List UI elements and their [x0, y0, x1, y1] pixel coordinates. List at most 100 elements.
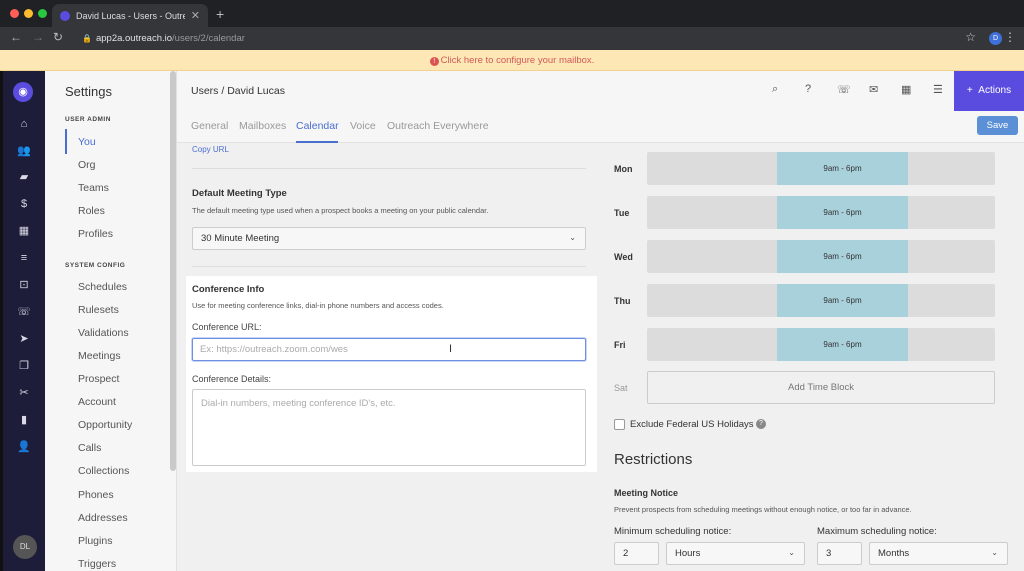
day-row-fri[interactable]: 9am - 6pm [647, 328, 995, 361]
tasks-icon[interactable]: ☰ [933, 83, 943, 96]
inbox-icon[interactable]: ⊡ [3, 277, 45, 293]
nav-item-opportunity[interactable]: Opportunity [78, 419, 132, 431]
reload-icon[interactable]: ↻ [53, 30, 63, 44]
accounts-icon[interactable]: ▰ [3, 169, 45, 185]
nav-item-account[interactable]: Account [78, 396, 116, 408]
window-close-button[interactable] [10, 9, 19, 18]
conference-url-input[interactable]: Ex: https://outreach.zoom.com/wes [192, 338, 586, 361]
lock-icon: 🔒 [82, 34, 92, 43]
day-row-tue[interactable]: 9am - 6pm [647, 196, 995, 229]
exclude-holidays-checkbox[interactable] [614, 419, 625, 430]
address-bar: ← → ↻ 🔒 app2a.outreach.io/users/2/calend… [0, 27, 1024, 50]
time-block[interactable]: 9am - 6pm [777, 152, 908, 185]
day-row-thu[interactable]: 9am - 6pm [647, 284, 995, 317]
add-time-block-button[interactable]: Add Time Block [647, 371, 995, 404]
conference-details-textarea[interactable]: Dial-in numbers, meeting conference ID's… [192, 389, 586, 466]
templates-icon[interactable]: ❐ [3, 358, 45, 374]
settings-title: Settings [65, 84, 112, 99]
close-tab-icon[interactable]: ✕ [191, 9, 200, 22]
configure-mailbox-banner[interactable]: ! Click here to configure your mailbox. [0, 50, 1024, 71]
divider [192, 266, 586, 267]
browser-menu-icon[interactable]: ⋮ [1004, 30, 1016, 44]
alert-icon: ! [429, 57, 439, 66]
user-avatar[interactable]: DL [13, 535, 37, 559]
tab-calendar[interactable]: Calendar [296, 120, 339, 132]
actions-button[interactable]: + Actions [954, 71, 1024, 111]
meeting-notice-desc: Prevent prospects from scheduling meetin… [614, 505, 912, 514]
nav-item-triggers[interactable]: Triggers [78, 558, 116, 570]
nav-item-you[interactable]: You [78, 136, 96, 148]
nav-item-meetings[interactable]: Meetings [78, 350, 121, 362]
back-arrow-icon[interactable]: ← [10, 30, 22, 44]
browser-tab[interactable]: David Lucas - Users - Outreach ✕ [52, 4, 208, 27]
calendar-icon[interactable]: ▦ [3, 223, 45, 239]
max-notice-value: 3 [826, 548, 832, 559]
day-label-sat: Sat [614, 383, 628, 393]
exclude-holidays-label[interactable]: Exclude Federal US Holidays [630, 419, 754, 430]
divider [192, 168, 586, 169]
nav-item-addresses[interactable]: Addresses [78, 512, 128, 524]
conference-details-label: Conference Details: [192, 374, 272, 384]
breadcrumb-users-link[interactable]: Users [191, 85, 218, 97]
prospects-icon[interactable]: 👥 [3, 143, 45, 159]
nav-item-plugins[interactable]: Plugins [78, 535, 112, 547]
day-row-mon[interactable]: 9am - 6pm [647, 152, 995, 185]
window-minimize-button[interactable] [24, 9, 33, 18]
min-notice-unit-select[interactable]: Hours ⌄ [666, 542, 805, 565]
nav-item-calls[interactable]: Calls [78, 442, 101, 454]
meeting-type-value: 30 Minute Meeting [201, 233, 280, 244]
help-icon[interactable]: ? [805, 83, 811, 95]
new-tab-icon[interactable]: + [216, 6, 224, 22]
nav-item-schedules[interactable]: Schedules [78, 281, 127, 293]
min-notice-value-input[interactable]: 2 [614, 542, 659, 565]
time-block[interactable]: 9am - 6pm [777, 196, 908, 229]
nav-item-teams[interactable]: Teams [78, 182, 109, 194]
nav-item-rulesets[interactable]: Rulesets [78, 304, 119, 316]
snippets-scissors-icon[interactable]: ✂ [3, 385, 45, 401]
time-block[interactable]: 9am - 6pm [777, 328, 908, 361]
user-icon[interactable]: 👤 [3, 439, 45, 455]
nav-item-phones[interactable]: Phones [78, 489, 114, 501]
url-field[interactable]: 🔒 app2a.outreach.io/users/2/calendar [82, 31, 245, 46]
opportunities-dollar-icon[interactable]: $ [3, 196, 45, 212]
nav-item-profiles[interactable]: Profiles [78, 228, 113, 240]
phone-call-icon[interactable]: ☏ [837, 83, 851, 96]
sequences-icon[interactable]: ≡ [3, 250, 45, 266]
save-button[interactable]: Save [977, 116, 1018, 135]
system-config-heading: SYSTEM CONFIG [65, 262, 126, 269]
day-row-wed[interactable]: 9am - 6pm [647, 240, 995, 273]
nav-item-validations[interactable]: Validations [78, 327, 129, 339]
tab-mailboxes[interactable]: Mailboxes [239, 120, 286, 132]
copy-url-link[interactable]: Copy URL [192, 145, 229, 154]
bookmark-star-icon[interactable]: ☆ [965, 30, 976, 44]
nav-item-roles[interactable]: Roles [78, 205, 105, 217]
banner-text[interactable]: Click here to configure your mailbox. [441, 55, 595, 66]
nav-item-prospect[interactable]: Prospect [78, 373, 119, 385]
max-notice-value-input[interactable]: 3 [817, 542, 862, 565]
calendar-header-icon[interactable]: ▦ [901, 83, 911, 96]
mail-icon[interactable]: ✉ [869, 83, 878, 96]
meeting-type-select[interactable]: 30 Minute Meeting ⌄ [192, 227, 586, 250]
day-label-tue: Tue [614, 208, 630, 218]
help-circle-icon[interactable]: ? [756, 419, 766, 429]
time-block[interactable]: 9am - 6pm [777, 284, 908, 317]
max-notice-unit-select[interactable]: Months ⌄ [869, 542, 1008, 565]
tab-general[interactable]: General [191, 120, 228, 132]
nav-item-collections[interactable]: Collections [78, 465, 129, 477]
nav-item-org[interactable]: Org [78, 159, 96, 171]
phone-icon[interactable]: ☏ [3, 304, 45, 320]
outreach-logo-icon[interactable]: ◉ [13, 82, 33, 102]
send-icon[interactable]: ➤ [3, 331, 45, 347]
window-maximize-button[interactable] [38, 9, 47, 18]
search-icon[interactable]: ⌕ [772, 83, 778, 96]
time-block[interactable]: 9am - 6pm [777, 240, 908, 273]
settings-scrollbar[interactable] [170, 71, 176, 471]
tab-outreach-everywhere[interactable]: Outreach Everywhere [387, 120, 489, 132]
browser-profile-avatar[interactable]: D [989, 32, 1002, 45]
tab-voice[interactable]: Voice [350, 120, 376, 132]
home-icon[interactable]: ⌂ [3, 116, 45, 132]
page-header: Users / David Lucas ⌕ ? ☏ ✉ ▦ ☰ + Action… [177, 71, 1024, 111]
app-icon-sidebar: ◉ ⌂ 👥 ▰ $ ▦ ≡ ⊡ ☏ ➤ ❐ ✂ ▮ 👤 DL [0, 71, 45, 571]
reports-icon[interactable]: ▮ [3, 412, 45, 428]
forward-arrow-icon[interactable]: → [32, 30, 44, 44]
